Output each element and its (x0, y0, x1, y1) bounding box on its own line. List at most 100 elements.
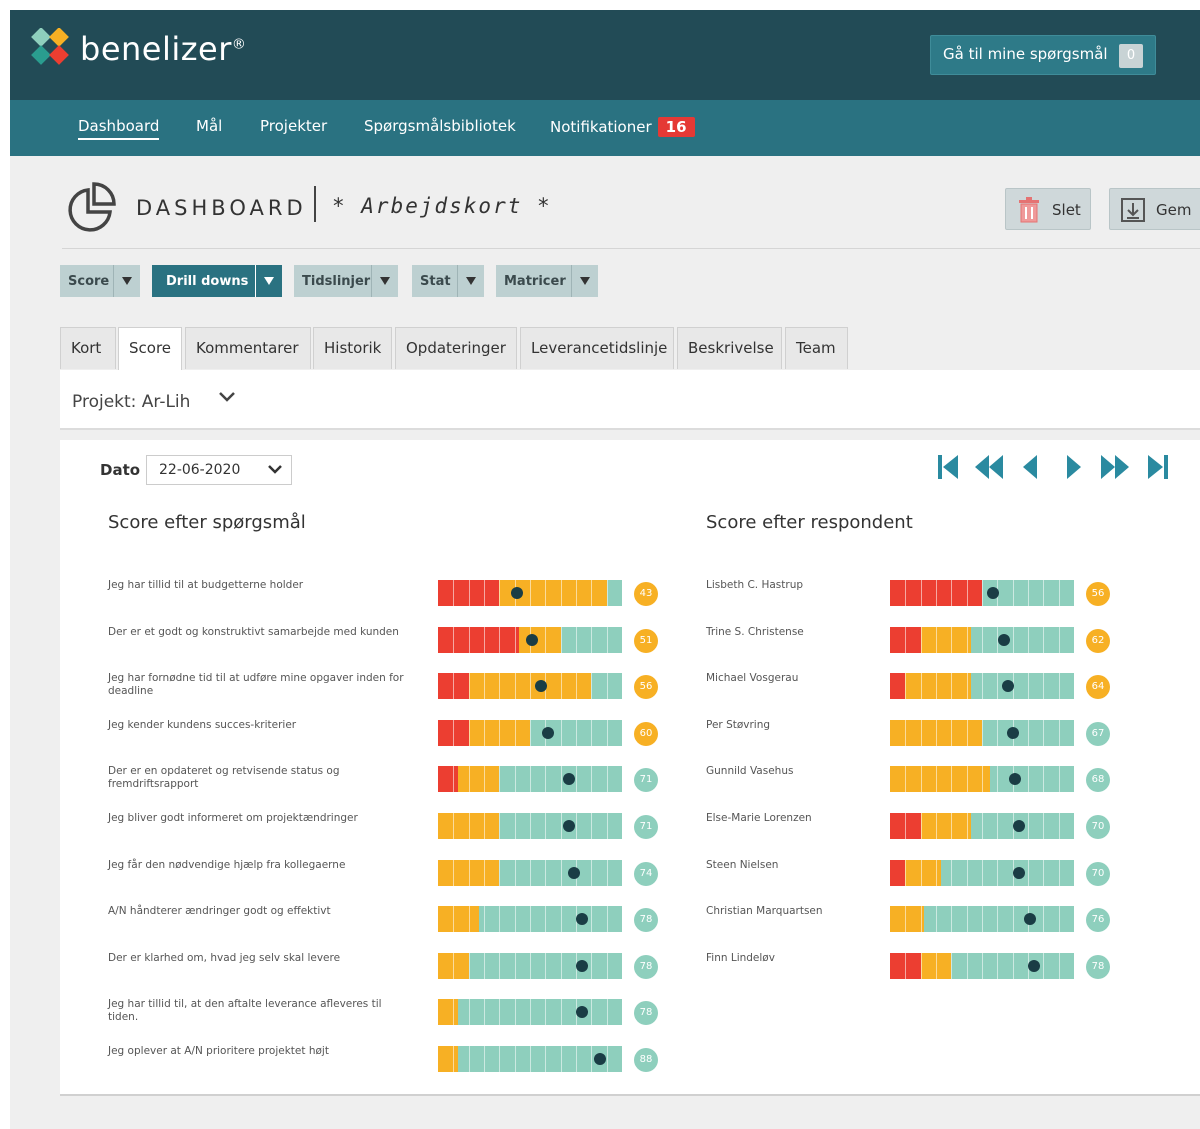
score-bar[interactable] (890, 580, 1074, 606)
score-bar[interactable] (890, 813, 1074, 839)
bar-cell-divider (530, 719, 531, 746)
nav-maal[interactable]: Mål (196, 117, 222, 135)
score-bar[interactable] (438, 859, 622, 886)
score-marker (1012, 820, 1025, 832)
tab-team[interactable]: Team (785, 327, 848, 369)
project-selector[interactable]: Projekt: Ar-Lih (60, 370, 1200, 430)
score-bar[interactable] (438, 626, 622, 653)
score-bar[interactable] (890, 952, 1074, 979)
bar-cell-divider (936, 626, 937, 653)
dropdown-arrow-icon (571, 265, 598, 297)
date-select[interactable]: 22-06-2020 (146, 455, 292, 485)
tidslinjer-dropdown[interactable]: Tidslinjer (294, 265, 398, 297)
score-bar[interactable] (890, 673, 1074, 700)
score-bar[interactable] (438, 719, 622, 746)
score-bar[interactable] (438, 766, 622, 793)
brand-name[interactable]: benelizer® (80, 30, 246, 68)
tab-kort[interactable]: Kort (60, 327, 116, 369)
bar-segment-teal (457, 999, 622, 1026)
bar-cell-divider (966, 580, 968, 606)
bar-cell-divider (997, 906, 999, 933)
bar-cell-divider (499, 673, 501, 700)
tab-opdateringer[interactable]: Opdateringer (395, 327, 517, 369)
score-marker (568, 866, 581, 879)
bar-cell-divider (591, 580, 593, 606)
last-page-icon[interactable] (1146, 454, 1170, 480)
bar-cell-divider (997, 673, 999, 700)
delete-button[interactable]: Slet (1005, 188, 1091, 230)
bar-cell-divider (530, 952, 531, 979)
nav-dashboard[interactable]: Dashboard (78, 117, 160, 140)
nav-notifikationer[interactable]: Notifikationer 16 (550, 117, 695, 137)
previous-page-icon[interactable] (1020, 454, 1040, 480)
stat-dropdown[interactable]: Stat (412, 265, 484, 297)
score-bar[interactable] (890, 859, 1074, 886)
app-frame: benelizer® Gå til mine spørgsmål 0 Dashb… (10, 10, 1200, 1129)
score-bar[interactable] (438, 906, 622, 933)
bar-cell-divider (468, 673, 470, 700)
bar-cell-divider (951, 859, 953, 886)
goto-my-questions-button[interactable]: Gå til mine spørgsmål 0 (930, 35, 1156, 75)
score-bar[interactable] (438, 580, 622, 606)
nav-spoergsmaalsbibliotek[interactable]: Spørgsmålsbibliotek (364, 117, 516, 135)
score-bar[interactable] (438, 813, 622, 839)
bar-cell-divider (499, 906, 501, 933)
score-bar[interactable] (890, 766, 1074, 793)
next-page-icon[interactable] (1064, 454, 1084, 480)
save-button[interactable]: Gem (1109, 188, 1200, 230)
tab-kommentarer[interactable]: Kommentarer (185, 327, 311, 369)
dropdown-arrow-icon (255, 265, 282, 297)
bar-cell-divider (1028, 719, 1029, 746)
bar-cell-divider (966, 859, 968, 886)
score-dropdown[interactable]: Score (60, 265, 140, 297)
bar-cell-divider (499, 952, 501, 979)
bar-cell-divider (1012, 626, 1014, 653)
dropdown-arrow-icon (457, 265, 484, 297)
fast-backward-icon[interactable] (974, 454, 1004, 480)
tab-leverancetidslinje[interactable]: Leverancetidslinje (520, 327, 674, 369)
bar-cell-divider (920, 906, 922, 933)
score-bar[interactable] (890, 719, 1074, 746)
bar-cell-divider (576, 766, 577, 793)
bar-cell-divider (468, 859, 470, 886)
bar-cell-divider (545, 952, 547, 979)
bar-cell-divider (997, 952, 999, 979)
score-badge: 78 (1086, 954, 1110, 979)
tab-historik[interactable]: Historik (313, 327, 392, 369)
bar-cell-divider (484, 719, 485, 746)
score-marker (593, 1053, 606, 1065)
score-bar[interactable] (890, 626, 1074, 653)
score-bar[interactable] (438, 999, 622, 1026)
title-divider (314, 186, 316, 222)
score-bar[interactable] (890, 906, 1074, 933)
score-bar[interactable] (438, 673, 622, 700)
drill-downs-dropdown[interactable]: Drill downs (152, 265, 282, 297)
bar-cell-divider (936, 952, 937, 979)
bar-cell-divider (1058, 906, 1060, 933)
header-divider (62, 248, 1200, 249)
bar-cell-divider (576, 719, 577, 746)
first-page-icon[interactable] (936, 454, 960, 480)
fast-forward-icon[interactable] (1100, 454, 1130, 480)
bar-cell-divider (951, 673, 953, 700)
bar-cell-divider (951, 952, 953, 979)
tab-beskrivelse[interactable]: Beskrivelse (677, 327, 782, 369)
matricer-dropdown[interactable]: Matricer (496, 265, 598, 297)
bar-cell-divider (530, 580, 531, 606)
date-value: 22-06-2020 (159, 462, 241, 478)
row-label: Trine S. Christense (706, 625, 804, 638)
bar-cell-divider (530, 1046, 531, 1072)
bar-cell-divider (982, 906, 983, 933)
nav-projekter[interactable]: Projekter (260, 117, 327, 135)
score-badge: 56 (634, 675, 658, 700)
tab-score[interactable]: Score (118, 327, 182, 371)
score-bar[interactable] (438, 952, 622, 979)
bar-cell-divider (545, 813, 547, 839)
bar-cell-divider (951, 813, 953, 839)
bar-cell-divider (468, 952, 470, 979)
score-badge: 51 (634, 628, 658, 653)
bar-cell-divider (468, 813, 470, 839)
score-bar[interactable] (438, 1046, 622, 1072)
bar-cell-divider (545, 766, 547, 793)
score-badge: 76 (1086, 908, 1110, 933)
